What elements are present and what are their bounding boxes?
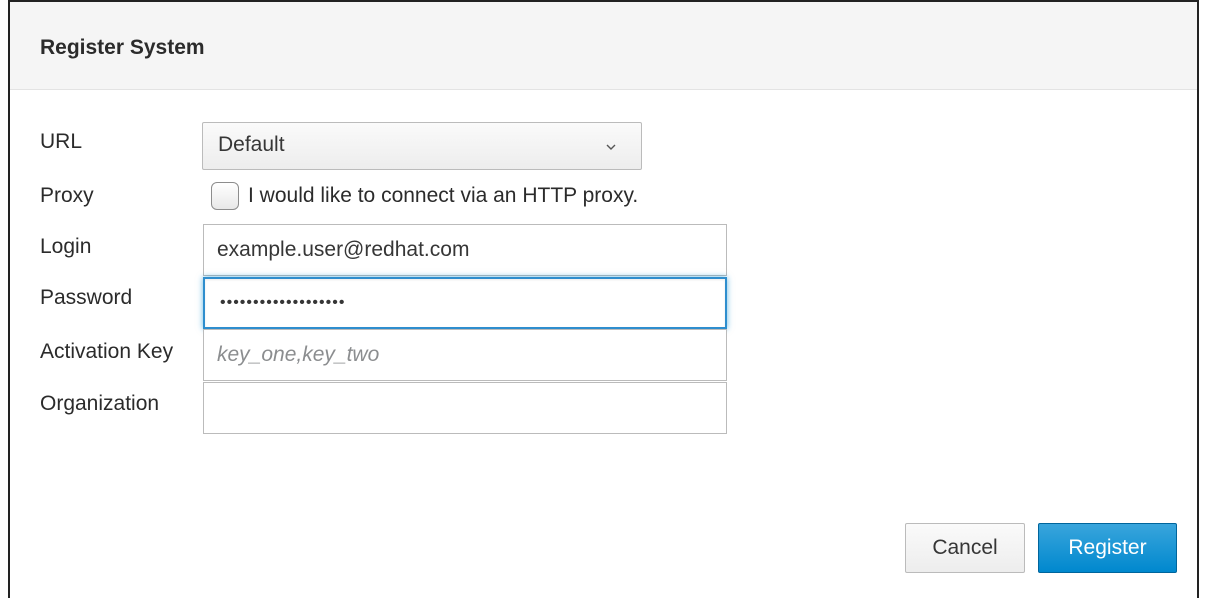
url-label: URL <box>40 130 83 153</box>
password-input[interactable]: ••••••••••••••••••• <box>203 277 727 329</box>
dialog-title: Register System <box>40 36 205 59</box>
activation-key-label: Activation Key <box>40 340 174 363</box>
dialog-header: Register System <box>10 2 1197 90</box>
activation-key-placeholder: key_one,key_two <box>217 343 380 366</box>
password-masked-value: ••••••••••••••••••• <box>220 294 346 311</box>
login-label: Login <box>40 235 92 258</box>
url-select-value: Default <box>218 133 285 156</box>
proxy-checkbox[interactable] <box>211 182 239 210</box>
cancel-button[interactable]: Cancel <box>905 523 1025 573</box>
organization-input[interactable] <box>203 382 727 434</box>
activation-key-input[interactable]: key_one,key_two <box>203 329 727 381</box>
login-input-value: example.user@redhat.com <box>217 238 470 261</box>
register-system-dialog: Register System URL Default Proxy I woul… <box>8 0 1199 598</box>
organization-label: Organization <box>40 392 160 415</box>
register-button[interactable]: Register <box>1038 523 1177 573</box>
password-label: Password <box>40 286 133 309</box>
chevron-down-icon <box>606 144 616 150</box>
login-input[interactable]: example.user@redhat.com <box>203 224 727 276</box>
url-select[interactable]: Default <box>202 122 642 170</box>
proxy-checkbox-label[interactable]: I would like to connect via an HTTP prox… <box>248 184 638 208</box>
proxy-label: Proxy <box>40 184 94 207</box>
